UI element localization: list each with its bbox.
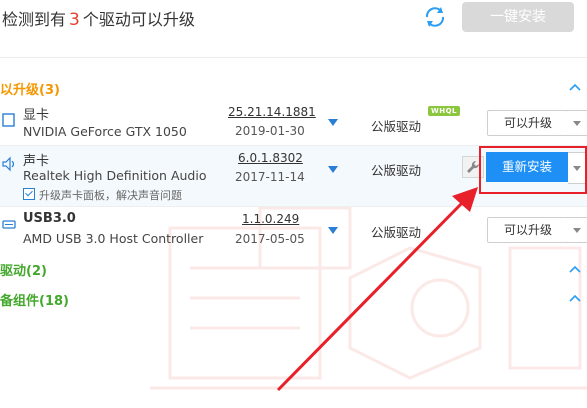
driver-type: 公版驱动 xyxy=(371,119,422,134)
checkbox-icon[interactable] xyxy=(23,188,35,200)
version-dropdown-icon[interactable] xyxy=(328,227,338,234)
option-label: 升级声卡面板，解决声音问题 xyxy=(39,189,182,202)
monitor-icon xyxy=(2,113,15,127)
driver-model: AMD USB 3.0 Host Controller xyxy=(23,231,204,246)
chevron-up-icon[interactable] xyxy=(569,265,581,273)
driver-date: 2017-05-05 xyxy=(235,232,305,246)
title-suffix: 个驱动可以升级 xyxy=(82,10,195,29)
driver-version[interactable]: 1.1.0.249 xyxy=(242,212,299,226)
driver-row-usb: USB3.0 AMD USB 3.0 Host Controller 1.1.0… xyxy=(0,207,587,254)
driver-name: 显卡 xyxy=(23,108,50,123)
upgrade-options-button[interactable] xyxy=(568,110,587,136)
speaker-icon xyxy=(2,156,15,172)
page-title: 检测到有 3 个驱动可以升级 xyxy=(2,6,195,30)
driver-type: 公版驱动 xyxy=(371,225,422,240)
section-normal-drivers[interactable]: 驱动(2) xyxy=(0,260,47,279)
usb-icon xyxy=(2,220,16,229)
header: 检测到有 3 个驱动可以升级 一键安装 xyxy=(0,0,587,44)
chevron-down-icon xyxy=(573,228,581,233)
driver-date: 2017-11-14 xyxy=(235,170,305,184)
driver-name: USB3.0 xyxy=(23,211,76,226)
one-click-install-button[interactable]: 一键安装 xyxy=(462,2,574,32)
chevron-down-icon xyxy=(573,121,581,126)
version-dropdown-icon[interactable] xyxy=(328,119,338,126)
driver-model: NVIDIA GeForce GTX 1050 xyxy=(23,124,187,139)
chevron-up-icon[interactable] xyxy=(569,294,581,302)
upgrade-button[interactable]: 可以升级 xyxy=(487,110,569,136)
driver-type: 公版驱动 xyxy=(371,163,422,178)
update-count: 3 xyxy=(69,10,80,30)
highlight-box xyxy=(479,146,587,194)
section-components[interactable]: 备组件(18) xyxy=(0,290,69,309)
whql-badge: WHQL xyxy=(428,106,460,116)
driver-row-graphics: 显卡 NVIDIA GeForce GTX 1050 25.21.14.1881… xyxy=(0,100,587,145)
section-upgradable[interactable]: 以升级(3) xyxy=(0,79,60,98)
title-prefix: 检测到有 xyxy=(2,10,67,29)
driver-model: Realtek High Definition Audio xyxy=(23,168,207,183)
upgrade-button[interactable]: 可以升级 xyxy=(487,217,569,243)
refresh-icon[interactable] xyxy=(423,5,447,29)
driver-version[interactable]: 25.21.14.1881 xyxy=(228,105,316,119)
driver-date: 2019-01-30 xyxy=(235,124,305,138)
driver-version[interactable]: 6.0.1.8302 xyxy=(238,151,303,165)
chevron-up-icon[interactable] xyxy=(569,83,581,91)
header-divider xyxy=(0,57,587,58)
upgrade-options-button[interactable] xyxy=(568,217,587,243)
panel-upgrade-option[interactable]: 升级声卡面板，解决声音问题 xyxy=(23,187,182,203)
version-dropdown-icon[interactable] xyxy=(328,166,338,173)
driver-name: 声卡 xyxy=(23,154,50,169)
